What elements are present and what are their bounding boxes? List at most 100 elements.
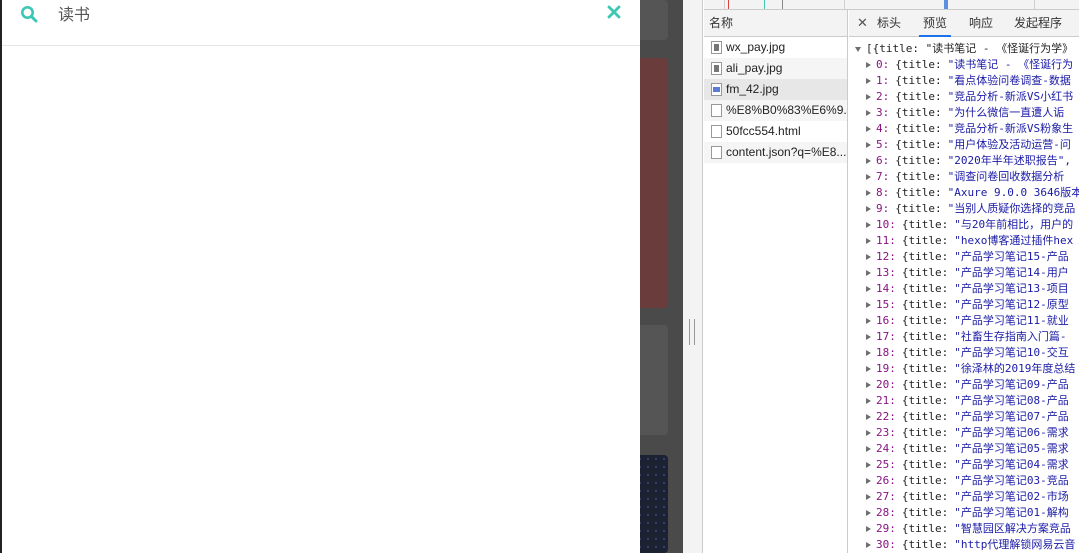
json-item-row[interactable]: 14: {title: "产品学习笔记13-项目: [849, 281, 1079, 297]
json-item-row[interactable]: 22: {title: "产品学习笔记07-产品: [849, 409, 1079, 425]
expand-triangle-icon[interactable]: [866, 206, 871, 212]
json-item-row[interactable]: 21: {title: "产品学习笔记08-产品: [849, 393, 1079, 409]
expand-triangle-icon[interactable]: [866, 462, 871, 468]
json-item-row[interactable]: 26: {title: "产品学习笔记03-竞品: [849, 473, 1079, 489]
expand-triangle-icon[interactable]: [866, 510, 871, 516]
tab-initiator[interactable]: 发起程序: [1014, 10, 1062, 37]
json-key: {title:: [901, 282, 949, 295]
expand-triangle-icon[interactable]: [866, 526, 871, 532]
tab-response[interactable]: 响应: [969, 10, 993, 37]
expand-triangle-icon[interactable]: [866, 334, 871, 340]
json-item-row[interactable]: 15: {title: "产品学习笔记12-原型: [849, 297, 1079, 313]
request-row[interactable]: fm_42.jpg: [704, 79, 847, 100]
expand-triangle-icon[interactable]: [866, 238, 871, 244]
expand-triangle-icon[interactable]: [866, 542, 871, 548]
expand-triangle-icon[interactable]: [866, 318, 871, 324]
json-key: {title:: [901, 250, 949, 263]
json-item-row[interactable]: 24: {title: "产品学习笔记05-需求: [849, 441, 1079, 457]
json-item-row[interactable]: 16: {title: "产品学习笔记11-就业: [849, 313, 1079, 329]
json-item-row[interactable]: 2: {title: "竞品分析-新派VS小红书: [849, 89, 1079, 105]
expand-triangle-icon[interactable]: [866, 478, 871, 484]
json-item-row[interactable]: 11: {title: "hexo博客通过插件hex: [849, 233, 1079, 249]
json-item-row[interactable]: 12: {title: "产品学习笔记15-产品: [849, 249, 1079, 265]
json-key: {title:: [901, 538, 949, 551]
expand-triangle-icon[interactable]: [866, 222, 871, 228]
json-item-row[interactable]: 0: {title: "读书笔记 - 《怪诞行为: [849, 57, 1079, 73]
json-index: 6:: [876, 154, 890, 167]
devtools-resize-handle[interactable]: [683, 0, 703, 553]
json-item-row[interactable]: 5: {title: "用户体验及活动运营-问: [849, 137, 1079, 153]
json-title-value: "产品学习笔记15-产品: [954, 250, 1069, 263]
json-item-row[interactable]: 17: {title: "社畜生存指南入门篇-: [849, 329, 1079, 345]
json-item-row[interactable]: 23: {title: "产品学习笔记06-需求: [849, 425, 1079, 441]
expand-triangle-icon[interactable]: [866, 110, 871, 116]
json-key: {title:: [901, 362, 949, 375]
json-item-row[interactable]: 8: {title: "Axure 9.0.0 3646版本: [849, 185, 1079, 201]
json-item-row[interactable]: 19: {title: "徐泽林的2019年度总结: [849, 361, 1079, 377]
request-row[interactable]: 50fcc554.html: [704, 121, 847, 142]
json-key: {title:: [901, 218, 949, 231]
json-key: {title:: [895, 154, 942, 167]
json-item-row[interactable]: 4: {title: "竞品分析-新派VS粉象生: [849, 121, 1079, 137]
expand-triangle-icon[interactable]: [866, 302, 871, 308]
json-item-row[interactable]: 9: {title: "当别人质疑你选择的竞品: [849, 201, 1079, 217]
request-row[interactable]: content.json?q=%E8...: [704, 142, 847, 163]
json-title-value: "产品学习笔记06-需求: [954, 426, 1069, 439]
search-input[interactable]: [58, 2, 578, 24]
json-index: 21:: [876, 394, 896, 407]
json-item-row[interactable]: 30: {title: "http代理解锁网易云音: [849, 537, 1079, 553]
search-bar: [2, 0, 640, 46]
expand-triangle-icon[interactable]: [866, 270, 871, 276]
expand-triangle-icon[interactable]: [866, 158, 871, 164]
request-name: 50fcc554.html: [726, 124, 801, 138]
expand-triangle-icon[interactable]: [866, 142, 871, 148]
expand-triangle-icon[interactable]: [866, 174, 871, 180]
expand-triangle-icon[interactable]: [866, 254, 871, 260]
expand-triangle-icon[interactable]: [866, 350, 871, 356]
json-key: {title:: [895, 74, 942, 87]
expand-triangle-icon[interactable]: [866, 494, 871, 500]
expand-triangle-icon[interactable]: [866, 78, 871, 84]
json-key: {title:: [895, 106, 942, 119]
json-item-row[interactable]: 3: {title: "为什么微信一直遭人诟: [849, 105, 1079, 121]
json-item-row[interactable]: 13: {title: "产品学习笔记14-用户: [849, 265, 1079, 281]
expand-triangle-icon[interactable]: [866, 430, 871, 436]
json-index: 20:: [876, 378, 896, 391]
name-column-header[interactable]: 名称: [704, 10, 847, 37]
json-index: 4:: [876, 122, 890, 135]
json-key: {title:: [895, 138, 942, 151]
request-row[interactable]: %E8%B0%83%E6%9...: [704, 100, 847, 121]
expand-triangle-icon[interactable]: [866, 398, 871, 404]
close-icon[interactable]: [607, 5, 621, 19]
expand-triangle-icon[interactable]: [866, 446, 871, 452]
request-row[interactable]: ali_pay.jpg: [704, 58, 847, 79]
json-item-row[interactable]: 28: {title: "产品学习笔记01-解构: [849, 505, 1079, 521]
json-item-row[interactable]: 10: {title: "与20年前相比，用户的: [849, 217, 1079, 233]
expand-triangle-icon[interactable]: [866, 126, 871, 132]
close-icon[interactable]: ✕: [857, 16, 868, 30]
request-row[interactable]: wx_pay.jpg: [704, 37, 847, 58]
json-item-row[interactable]: 27: {title: "产品学习笔记02-市场: [849, 489, 1079, 505]
expand-triangle-icon[interactable]: [866, 190, 871, 196]
json-title-value: "产品学习笔记12-原型: [954, 298, 1069, 311]
json-root-row[interactable]: [{title: "读书笔记 - 《怪诞行为学》: [849, 41, 1079, 57]
collapse-triangle-icon[interactable]: [855, 47, 861, 52]
tab-preview[interactable]: 预览: [919, 10, 952, 37]
expand-triangle-icon[interactable]: [866, 62, 871, 68]
json-item-row[interactable]: 20: {title: "产品学习笔记09-产品: [849, 377, 1079, 393]
json-item-row[interactable]: 25: {title: "产品学习笔记04-需求: [849, 457, 1079, 473]
json-item-row[interactable]: 1: {title: "看点体验问卷调查-数据: [849, 73, 1079, 89]
expand-triangle-icon[interactable]: [866, 286, 871, 292]
expand-triangle-icon[interactable]: [866, 382, 871, 388]
json-key: {title:: [901, 458, 949, 471]
expand-triangle-icon[interactable]: [866, 94, 871, 100]
json-item-row[interactable]: 6: {title: "2020年半年述职报告",: [849, 153, 1079, 169]
json-item-row[interactable]: 29: {title: "智慧园区解决方案竞品: [849, 521, 1079, 537]
tab-headers[interactable]: 标头: [877, 10, 901, 37]
json-item-row[interactable]: 7: {title: "调查问卷回收数据分析: [849, 169, 1079, 185]
request-name: fm_42.jpg: [726, 82, 779, 96]
expand-triangle-icon[interactable]: [866, 366, 871, 372]
json-index: 19:: [876, 362, 896, 375]
expand-triangle-icon[interactable]: [866, 414, 871, 420]
json-item-row[interactable]: 18: {title: "产品学习笔记10-交互: [849, 345, 1079, 361]
